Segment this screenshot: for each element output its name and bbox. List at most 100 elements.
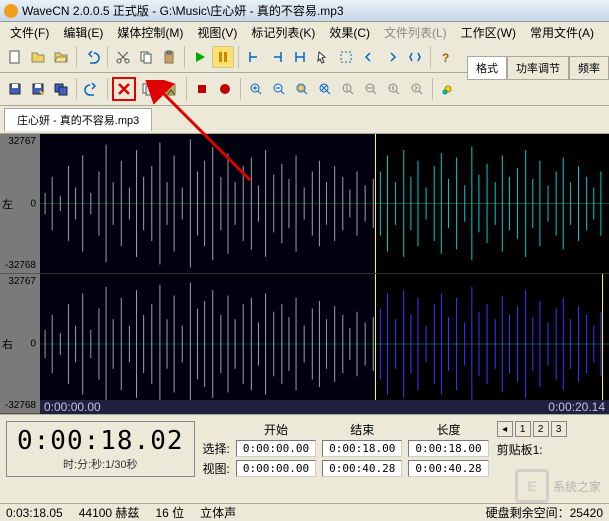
sel-len[interactable]: 0:00:18.00	[408, 440, 488, 457]
redo-button[interactable]	[81, 78, 103, 100]
nav-prev-button[interactable]	[358, 46, 380, 68]
marker-end-button[interactable]	[266, 46, 288, 68]
menu-file[interactable]: 文件(F)	[4, 22, 55, 43]
sel-end[interactable]: 0:00:18.00	[322, 440, 402, 457]
zoom-v-out-button[interactable]	[360, 78, 382, 100]
app-icon	[4, 4, 18, 18]
cut-button[interactable]	[112, 46, 134, 68]
page-nav: ◂ 1 2 3	[497, 421, 567, 437]
paste-button[interactable]	[158, 46, 180, 68]
amp-min-right: -32768	[5, 400, 36, 411]
zoom-out-button[interactable]	[268, 78, 290, 100]
new-button[interactable]	[4, 46, 26, 68]
selection-region-right[interactable]	[40, 274, 376, 414]
zoom-v-in-button[interactable]	[337, 78, 359, 100]
menu-edit[interactable]: 编辑(E)	[57, 22, 109, 43]
timecode-value: 0:00:18.02	[17, 426, 184, 456]
hdr-start: 开始	[236, 421, 316, 438]
save-as-button[interactable]	[27, 78, 49, 100]
cursor-button[interactable]	[312, 46, 334, 68]
selection-region[interactable]	[40, 134, 376, 273]
row-view-label: 视图:	[203, 460, 230, 477]
channel-right-label: 右	[2, 336, 13, 352]
status-samplerate: 44100 赫兹	[79, 504, 140, 521]
mix-paste-button[interactable]	[160, 78, 182, 100]
stop-button[interactable]	[191, 78, 213, 100]
timecode-display: 0:00:18.02 时:分:秒:1/30秒	[6, 421, 195, 477]
file-tab[interactable]: 庄心妍 - 真的不容易.mp3	[4, 108, 152, 131]
help-button[interactable]: ?	[435, 46, 457, 68]
window-title: WaveCN 2.0.0.5 正式版 - G:\Music\庄心妍 - 真的不容…	[22, 2, 344, 19]
view-end[interactable]: 0:00:40.28	[322, 460, 402, 477]
tab-power[interactable]: 功率调节	[507, 56, 569, 80]
page-3[interactable]: 3	[551, 421, 567, 437]
waveform-canvas[interactable]: 0:00:00.00 0:00:20.14	[40, 134, 609, 414]
zoom-left-button[interactable]	[383, 78, 405, 100]
row-selection-label: 选择:	[203, 440, 230, 457]
delete-button[interactable]	[112, 77, 136, 101]
hdr-end: 结束	[322, 421, 402, 438]
select-tool-button[interactable]	[335, 46, 357, 68]
save-button[interactable]	[4, 78, 26, 100]
amp-max-left: 32767	[8, 136, 36, 147]
view-start[interactable]: 0:00:00.00	[236, 460, 316, 477]
playhead	[602, 274, 603, 414]
amp-max-right: 32767	[8, 276, 36, 287]
channel-left-label: 左	[2, 196, 13, 212]
amp-min-left: -32768	[5, 260, 36, 271]
time-info-grid: 开始 结束 长度 选择: 0:00:00.00 0:00:18.00 0:00:…	[203, 421, 489, 477]
menu-media[interactable]: 媒体控制(M)	[111, 22, 189, 43]
page-1[interactable]: 1	[515, 421, 531, 437]
amp-zero-left: 0	[30, 198, 36, 209]
status-bits: 16 位	[155, 504, 184, 521]
hdr-len: 长度	[408, 421, 488, 438]
status-position: 0:03:18.05	[6, 506, 63, 520]
zoom-fit-button[interactable]	[314, 78, 336, 100]
crop-button[interactable]	[137, 78, 159, 100]
pause-button[interactable]	[212, 46, 234, 68]
ruler-start: 0:00:00.00	[44, 400, 101, 414]
record-button[interactable]	[214, 78, 236, 100]
tab-format[interactable]: 格式	[467, 56, 507, 80]
zoom-in-button[interactable]	[245, 78, 267, 100]
waveform-area: 32767 左 0 -32768 32767 右 0 -32768	[0, 134, 609, 414]
ruler-end: 0:00:20.14	[548, 400, 605, 414]
bottom-panel: 0:00:18.02 时:分:秒:1/30秒 开始 结束 长度 选择: 0:00…	[0, 414, 609, 483]
open-folder-button[interactable]	[50, 46, 72, 68]
time-ruler[interactable]: 0:00:00.00 0:00:20.14	[40, 400, 609, 414]
timecode-format: 时:分:秒:1/30秒	[17, 456, 184, 472]
file-tab-row: 庄心妍 - 真的不容易.mp3	[0, 106, 609, 134]
open-button[interactable]	[27, 46, 49, 68]
copy-button[interactable]	[135, 46, 157, 68]
menu-filelist[interactable]: 文件列表(L)	[378, 22, 453, 43]
tab-freq[interactable]: 频率	[569, 56, 609, 80]
menu-markers[interactable]: 标记列表(K)	[245, 22, 321, 43]
play-button[interactable]	[189, 46, 211, 68]
marker-range-button[interactable]	[289, 46, 311, 68]
menu-common[interactable]: 常用文件(A)	[524, 22, 600, 43]
svg-text:?: ?	[442, 51, 449, 65]
amp-zero-right: 0	[30, 338, 36, 349]
undo-button[interactable]	[81, 46, 103, 68]
nav-bounds-button[interactable]	[404, 46, 426, 68]
export-button[interactable]	[50, 78, 72, 100]
menu-bar: 文件(F) 编辑(E) 媒体控制(M) 视图(V) 标记列表(K) 效果(C) …	[0, 22, 609, 42]
page-2[interactable]: 2	[533, 421, 549, 437]
side-tabs: 格式 功率调节 频率	[467, 56, 609, 80]
nav-next-button[interactable]	[381, 46, 403, 68]
title-bar: WaveCN 2.0.0.5 正式版 - G:\Music\庄心妍 - 真的不容…	[0, 0, 609, 22]
status-channels: 立体声	[200, 504, 236, 521]
status-disk: 硬盘剩余空间：25420	[486, 504, 603, 521]
marker-start-button[interactable]	[243, 46, 265, 68]
sel-start[interactable]: 0:00:00.00	[236, 440, 316, 457]
clipboard-label: 剪贴板1:	[497, 441, 567, 458]
zoom-sel-button[interactable]	[291, 78, 313, 100]
zoom-right-button[interactable]	[406, 78, 428, 100]
view-len[interactable]: 0:00:40.28	[408, 460, 488, 477]
menu-view[interactable]: 视图(V)	[191, 22, 243, 43]
status-bar: 0:03:18.05 44100 赫兹 16 位 立体声 硬盘剩余空间：2542…	[0, 503, 609, 521]
nav-prev-icon[interactable]: ◂	[497, 421, 513, 437]
settings-button[interactable]	[437, 78, 459, 100]
menu-effects[interactable]: 效果(C)	[323, 22, 376, 43]
menu-workspace[interactable]: 工作区(W)	[455, 22, 522, 43]
